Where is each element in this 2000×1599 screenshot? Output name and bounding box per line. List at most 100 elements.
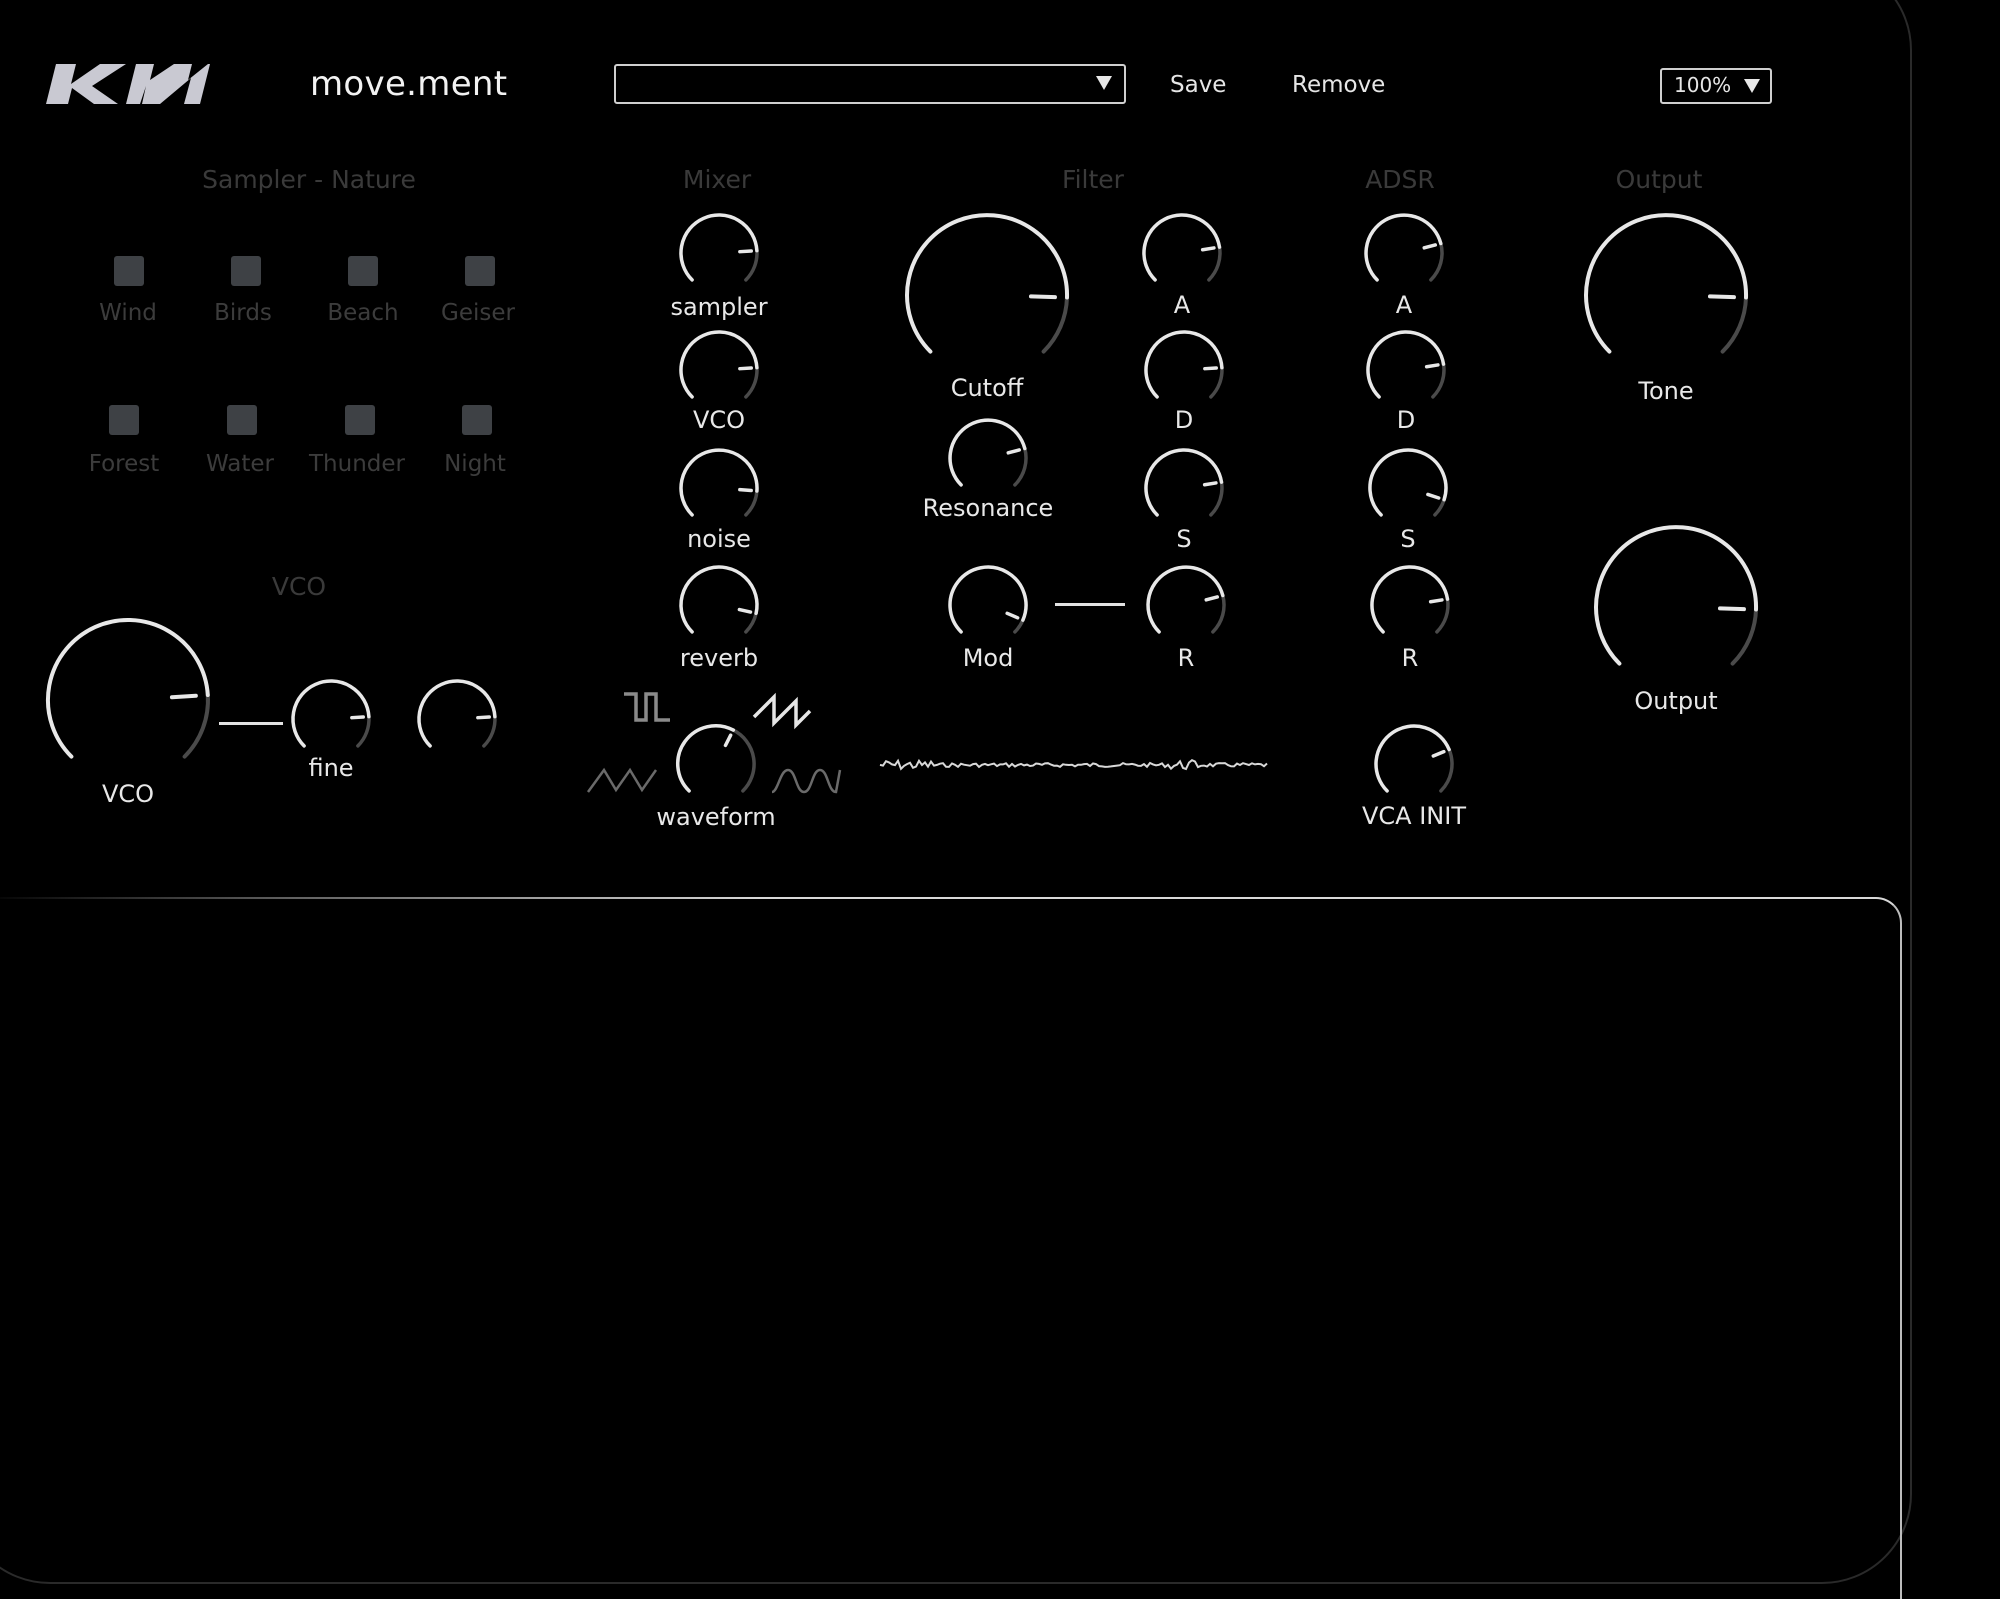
knob-mix-reverb[interactable] <box>673 559 765 651</box>
knob-track <box>1207 245 1222 282</box>
knob-value-arc <box>1144 330 1224 399</box>
knob-label-mix-sampler: sampler <box>670 293 768 321</box>
knob-pointer <box>737 607 753 614</box>
knob-mod[interactable] <box>942 559 1034 651</box>
sine-wave-icon[interactable] <box>770 764 842 794</box>
sampler-pad-birds[interactable] <box>231 256 261 286</box>
knob-label-filter-d: D <box>1174 406 1194 434</box>
knob-waveform[interactable] <box>670 718 762 810</box>
section-title-mixer: Mixer <box>682 165 752 194</box>
pad-label: Night <box>444 451 506 477</box>
knob-pointer <box>1202 481 1218 487</box>
knob-track <box>1433 497 1446 517</box>
lower-panel <box>0 897 1902 1599</box>
knob-track <box>356 714 371 748</box>
knob-filter-d[interactable] <box>1138 324 1230 416</box>
knob-track <box>1209 480 1224 517</box>
knob-vca-init[interactable] <box>1368 718 1460 810</box>
app-title: move.ment <box>310 64 508 104</box>
knob-value-arc <box>417 679 497 748</box>
save-button[interactable]: Save <box>1170 72 1226 98</box>
sampler-pad-night[interactable] <box>462 405 492 435</box>
knob-label-vca-init: VCA INIT <box>1362 802 1466 830</box>
pad-label: Thunder <box>309 451 405 477</box>
knob-cutoff[interactable] <box>899 207 1075 383</box>
knob-track <box>744 365 759 399</box>
knob-adsr-r[interactable] <box>1364 559 1456 651</box>
knob-label-adsr-s: S <box>1400 525 1416 553</box>
knob-track <box>1041 295 1069 354</box>
knob-output[interactable] <box>1588 519 1764 695</box>
sawtooth-wave-icon[interactable] <box>752 692 812 730</box>
knob-value-arc <box>679 330 759 399</box>
knob-value-arc <box>1368 448 1448 517</box>
triangle-wave-icon[interactable] <box>586 764 658 794</box>
knob-vco-extra[interactable] <box>411 673 503 765</box>
knob-pointer <box>1431 749 1446 758</box>
section-title-output: Output <box>1615 165 1703 194</box>
knob-label-waveform: waveform <box>656 803 776 831</box>
knob-label-adsr-a: A <box>1395 291 1413 319</box>
knob-value-arc <box>679 565 759 634</box>
section-title-sampler: Sampler - Nature <box>202 165 416 194</box>
knob-filter-a[interactable] <box>1136 207 1228 299</box>
knob-label-filter-s: S <box>1176 525 1192 553</box>
pad-label: Geiser <box>441 300 515 326</box>
knob-adsr-s[interactable] <box>1362 442 1454 534</box>
knob-label-adsr-d: D <box>1396 406 1416 434</box>
knob-fine[interactable] <box>285 673 377 765</box>
knob-label-resonance: Resonance <box>922 494 1054 522</box>
knob-value-arc <box>1374 724 1451 793</box>
section-title-vco: VCO <box>271 572 327 601</box>
knob-label-mix-noise: noise <box>687 525 751 553</box>
knob-track <box>1431 362 1446 399</box>
knob-filter-r[interactable] <box>1140 559 1232 651</box>
knob-pointer <box>1424 363 1440 369</box>
sampler-pad-thunder[interactable] <box>345 405 375 435</box>
knob-track <box>731 728 756 793</box>
zoom-value: 100% <box>1674 73 1732 97</box>
knob-track <box>1209 365 1224 399</box>
knob-pointer <box>169 693 198 700</box>
sampler-pad-forest[interactable] <box>109 405 139 435</box>
knob-adsr-d[interactable] <box>1360 324 1452 416</box>
knob-pointer <box>1028 294 1057 300</box>
pad-label: Birds <box>214 300 272 326</box>
square-wave-icon[interactable] <box>624 690 676 726</box>
knob-value-arc <box>948 565 1028 634</box>
knob-resonance[interactable] <box>942 412 1034 504</box>
knob-pointer <box>1717 606 1746 612</box>
pad-label: Forest <box>88 451 160 477</box>
sampler-pad-wind[interactable] <box>114 256 144 286</box>
knob-pointer <box>476 715 491 720</box>
knob-value-arc <box>675 724 736 793</box>
knob-mix-vco[interactable] <box>673 324 765 416</box>
knob-adsr-a[interactable] <box>1358 207 1450 299</box>
knob-label-output: Output <box>1634 687 1718 715</box>
zoom-dropdown[interactable]: 100% <box>1660 68 1772 104</box>
knob-tone[interactable] <box>1578 207 1754 383</box>
knob-vco[interactable] <box>40 612 216 788</box>
knob-value-arc <box>1594 525 1759 666</box>
knob-track <box>1211 593 1226 634</box>
knob-filter-s[interactable] <box>1138 442 1230 534</box>
sampler-pad-water[interactable] <box>227 405 257 435</box>
knob-value-arc <box>291 679 371 748</box>
knob-track <box>1429 241 1444 282</box>
sampler-pad-geiser[interactable] <box>465 256 495 286</box>
knob-pointer <box>1200 246 1216 252</box>
knob-label-adsr-r: R <box>1401 644 1419 672</box>
kia-logo <box>46 64 210 104</box>
lower-panel-edge-fade <box>0 895 760 901</box>
sampler-pad-beach[interactable] <box>348 256 378 286</box>
pad-label: Beach <box>327 300 399 326</box>
knob-mix-noise[interactable] <box>673 442 765 534</box>
knob-label-filter-a: A <box>1173 291 1191 319</box>
knob-mix-sampler[interactable] <box>673 207 765 299</box>
remove-button[interactable]: Remove <box>1292 72 1385 98</box>
knob-pointer <box>738 366 753 371</box>
knob-pointer <box>1707 294 1736 300</box>
knob-pointer <box>1426 492 1441 500</box>
knob-pointer <box>1005 611 1020 620</box>
preset-dropdown[interactable] <box>614 64 1126 104</box>
